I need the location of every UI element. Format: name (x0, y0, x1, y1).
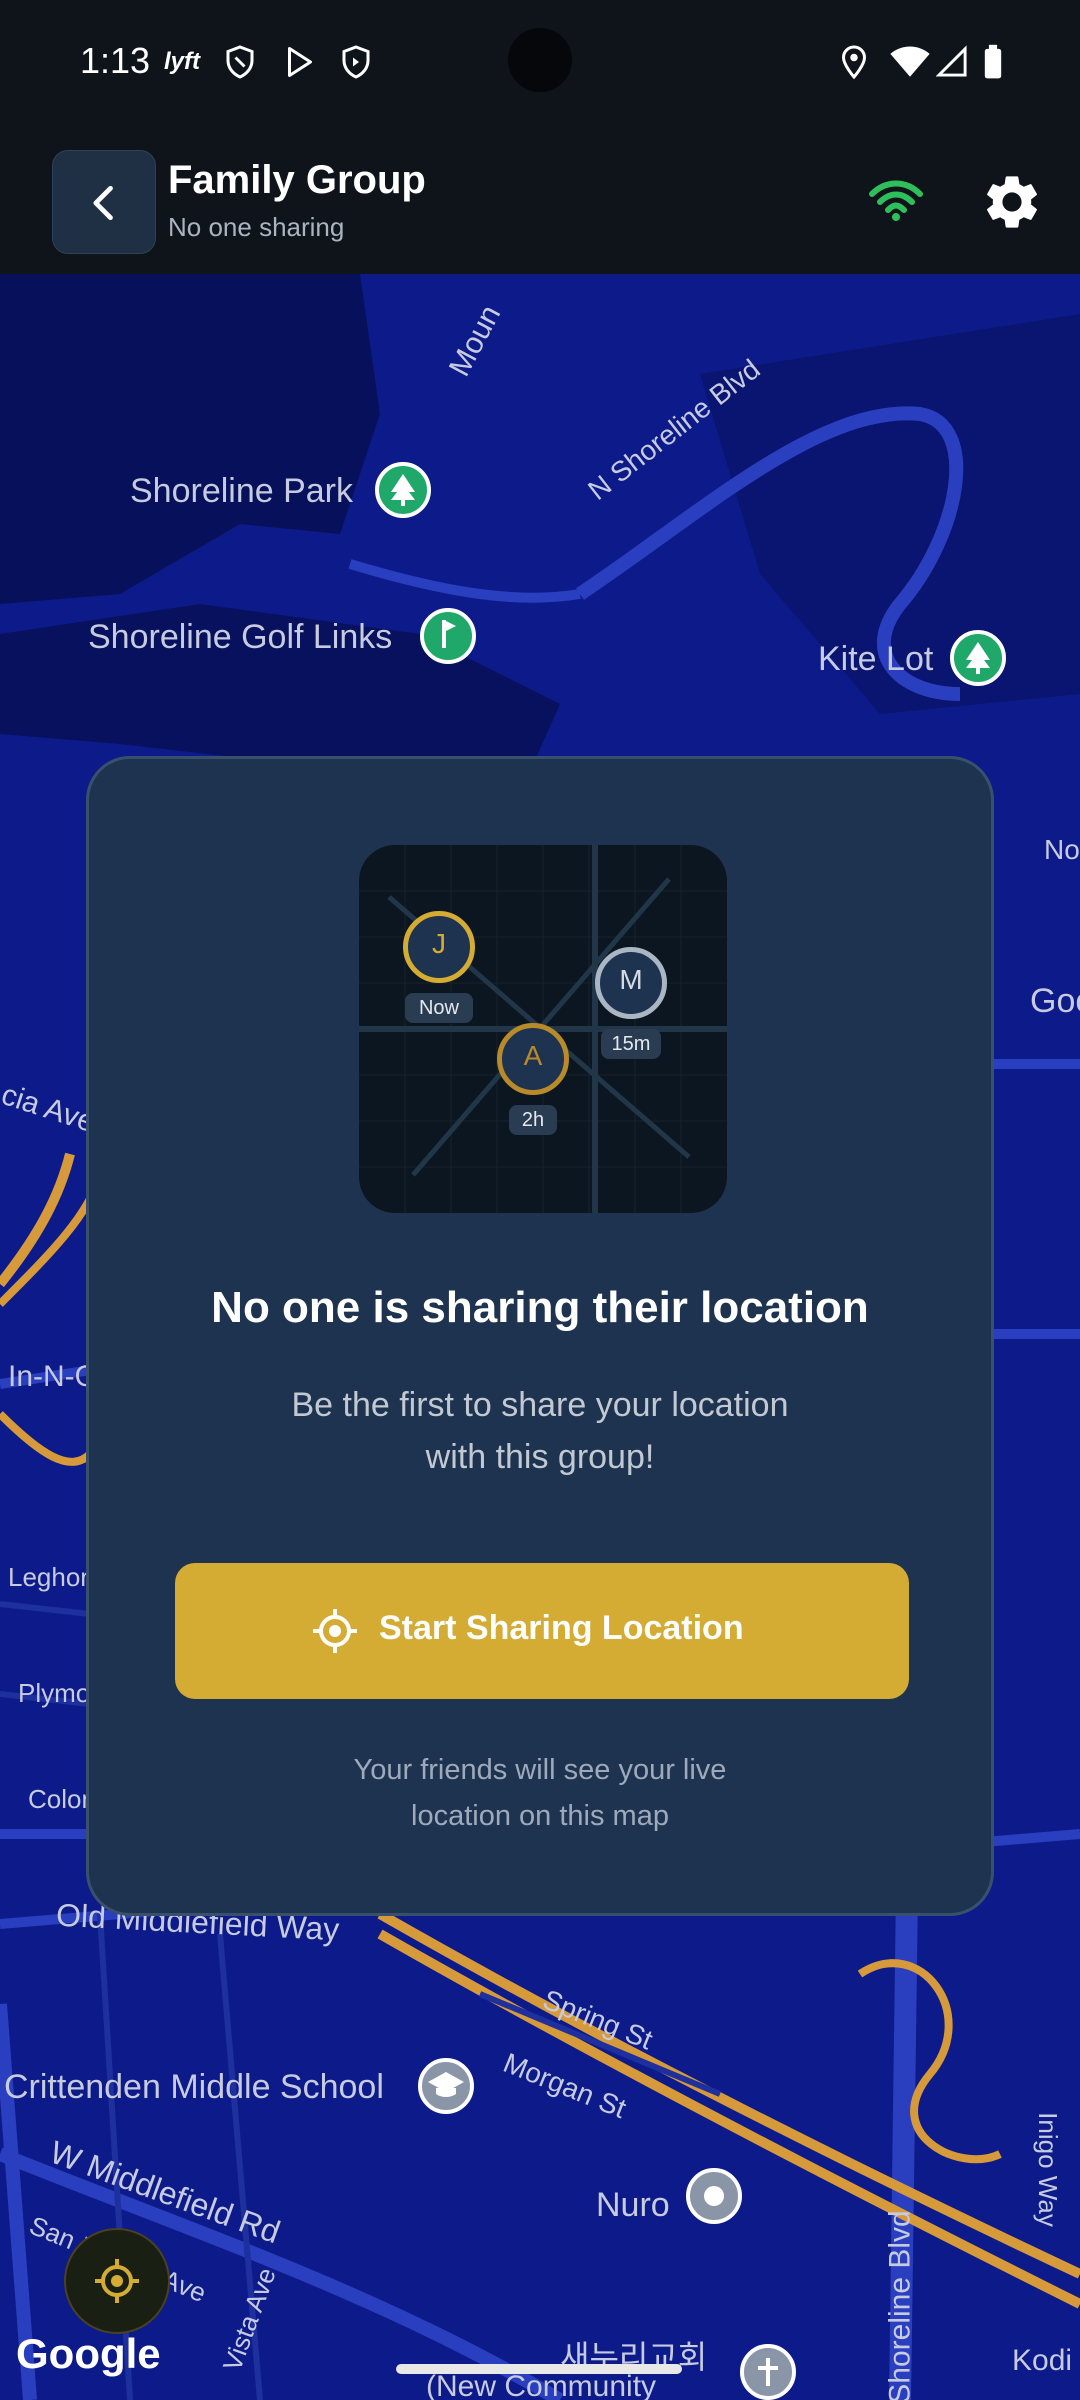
park-pin-icon[interactable] (375, 462, 431, 518)
start-sharing-label: Start Sharing Location (379, 1609, 744, 1647)
empty-state-subtitle: Be the first to share your location with… (89, 1379, 991, 1483)
school-pin-icon[interactable] (418, 2058, 474, 2114)
map-label: Shoreline Blvd (883, 2210, 917, 2400)
map-label: Crittenden Middle School (4, 2068, 384, 2106)
crosshair-icon (313, 1609, 357, 1653)
crosshair-icon (95, 2259, 139, 2303)
gear-icon (987, 176, 1037, 228)
chevron-left-icon (93, 185, 113, 221)
shield-icon (222, 44, 258, 80)
golf-pin-icon[interactable] (420, 608, 476, 664)
map-label: Kodi (1012, 2344, 1073, 2377)
map-label: Shoreline Park (130, 472, 354, 510)
map-label: Goo (1030, 982, 1080, 1020)
security-icon (338, 44, 374, 80)
member-avatar: A (497, 1023, 569, 1095)
signal-icon (935, 44, 972, 80)
wifi-icon (890, 44, 930, 80)
lyft-icon: lyft (164, 48, 200, 75)
settings-button[interactable] (980, 170, 1052, 242)
avatar-initial: A (523, 1040, 543, 1071)
google-logo: Google (16, 2330, 161, 2377)
connection-wifi-icon (868, 178, 924, 227)
empty-state-card: J Now M 15m A 2h No one is sharing their… (86, 756, 994, 1916)
helper-text: Your friends will see your live location… (89, 1747, 991, 1839)
my-location-button[interactable] (64, 2228, 170, 2334)
avatar-time-badge: 2h (509, 1105, 557, 1135)
helper-line: location on this map (411, 1800, 669, 1832)
map-label: Kite Lot (818, 640, 934, 678)
location-icon (836, 44, 872, 80)
map-label: Inigo Way (1032, 2112, 1063, 2227)
camera-cutout (508, 28, 572, 92)
back-button[interactable] (52, 150, 156, 254)
subtitle-line: with this group! (425, 1438, 655, 1476)
map-view[interactable]: Moun N Shoreline Blvd Shoreline Park Sho… (0, 274, 1080, 2400)
subtitle-line: Be the first to share your location (291, 1386, 789, 1424)
member-avatar: J (403, 911, 475, 983)
map-label: (New Community (426, 2370, 657, 2400)
church-pin-icon[interactable] (740, 2344, 796, 2400)
park-pin-icon[interactable] (950, 630, 1006, 686)
avatar-initial: J (432, 928, 446, 959)
helper-line: Your friends will see your live (353, 1754, 727, 1786)
map-label: Shoreline Golf Links (88, 618, 393, 656)
sharing-status: No one sharing (168, 212, 345, 242)
play-store-icon (282, 44, 318, 80)
map-label: No (1044, 834, 1080, 865)
app-header: Family Group No one sharing (0, 128, 1080, 274)
map-label: Nuro (596, 2186, 670, 2224)
start-sharing-button[interactable]: Start Sharing Location (175, 1563, 909, 1699)
battery-icon (982, 44, 1006, 80)
location-illustration: J Now M 15m A 2h (359, 845, 727, 1213)
gesture-handle[interactable] (396, 2364, 682, 2374)
member-avatar: M (595, 947, 667, 1019)
avatar-time-badge: Now (405, 993, 473, 1023)
group-title: Family Group (168, 158, 426, 202)
empty-state-title: No one is sharing their location (211, 1283, 869, 1332)
status-bar: 1:13 lyft (0, 0, 1080, 128)
place-pin-icon[interactable] (686, 2168, 742, 2224)
avatar-initial: M (619, 964, 643, 995)
avatar-time-badge: 15m (601, 1029, 661, 1059)
map-label: Leghor (8, 1562, 89, 1592)
status-time: 1:13 (80, 40, 151, 81)
